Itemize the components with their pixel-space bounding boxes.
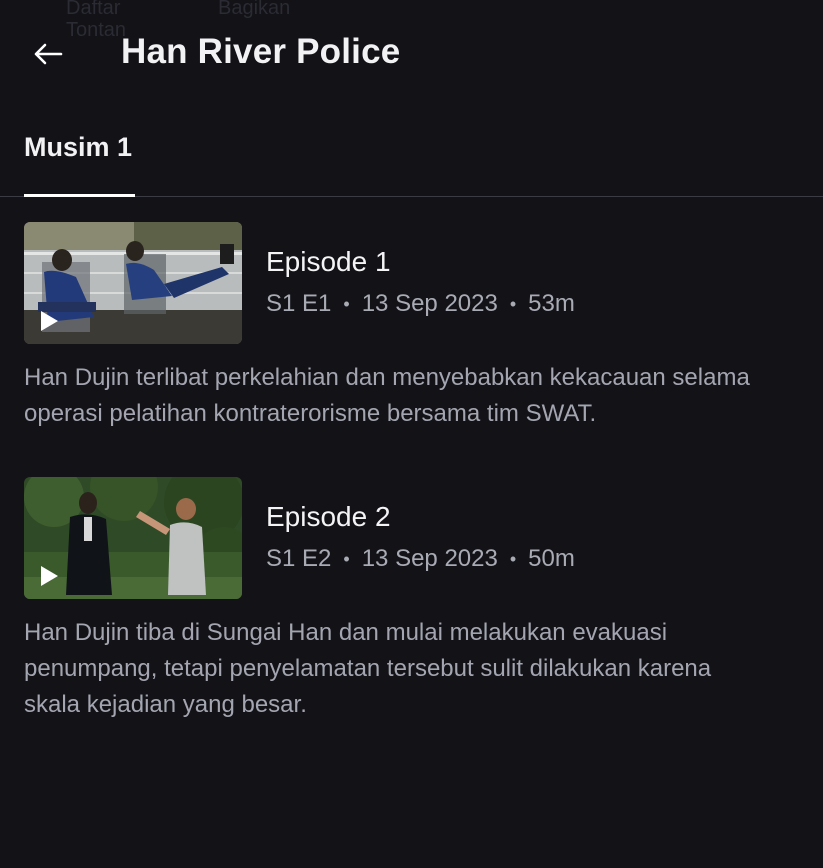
season-tabs: Musim 1 (0, 110, 823, 198)
episode-meta: S1 E1 • 13 Sep 2023 • 53m (266, 290, 575, 318)
page-title: Han River Police (121, 32, 401, 71)
episode-duration: 53m (528, 290, 575, 317)
episode-thumbnail[interactable] (24, 477, 242, 599)
episode-item[interactable]: Episode 2 S1 E2 • 13 Sep 2023 • 50m Han … (24, 477, 799, 727)
play-icon (41, 311, 58, 331)
separator-dot: • (509, 548, 517, 569)
episode-thumbnail[interactable] (24, 222, 242, 344)
episode-duration: 50m (528, 545, 575, 572)
episode-description: Han Dujin tiba di Sungai Han dan mulai m… (24, 619, 712, 718)
separator-dot: • (343, 548, 350, 569)
ghost-label-2: Tontan (66, 19, 127, 41)
episode-description: Han Dujin terlibat perkelahian dan menye… (24, 364, 750, 427)
tab-season-1[interactable]: Musim 1 (24, 132, 132, 163)
play-icon (41, 566, 58, 586)
separator-dot: • (509, 293, 517, 314)
episode-code: S1 E2 (266, 545, 332, 572)
episode-title: Episode 1 (266, 246, 391, 277)
episode-title: Episode 2 (266, 501, 391, 532)
episode-date: 13 Sep 2023 (361, 290, 498, 317)
ghost-label-1: Daftar (66, 0, 121, 19)
tab-active-indicator (24, 194, 135, 197)
episode-date: 13 Sep 2023 (361, 545, 498, 572)
ghost-label-3: Bagikan (218, 0, 291, 19)
episode-item[interactable]: Episode 1 S1 E1 • 13 Sep 2023 • 53m Han … (24, 222, 799, 442)
arrow-left-icon (34, 43, 63, 65)
separator-dot: • (343, 293, 350, 314)
episode-code: S1 E1 (266, 290, 332, 317)
back-button[interactable] (28, 34, 68, 74)
episode-meta: S1 E2 • 13 Sep 2023 • 50m (266, 545, 575, 573)
